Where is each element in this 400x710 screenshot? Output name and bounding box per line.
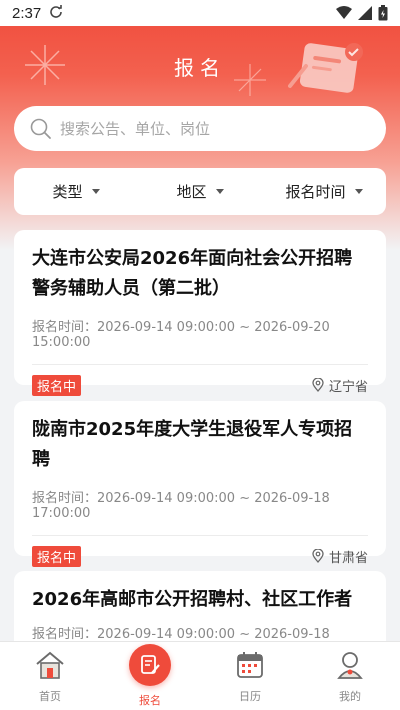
tab-calendar[interactable]: 日历 — [200, 642, 300, 710]
location-pin-icon — [312, 378, 324, 392]
tab-label: 我的 — [339, 690, 361, 703]
job-card[interactable]: 大连市公安局2026年面向社会公开招聘警务辅助人员（第二批） 报名时间：2026… — [14, 230, 386, 396]
home-icon — [33, 648, 67, 682]
page-title: 报名 — [174, 56, 226, 80]
card-signup-time: 报名时间：2026-09-14 09:00:00 ~ 2026-09-18 17… — [32, 491, 330, 521]
card-title: 2026年高邮市公开招聘村、社区工作者 — [32, 589, 353, 610]
card-title: 陇南市2025年度大学生退役军人专项招聘 — [32, 419, 353, 470]
chevron-down-icon — [354, 189, 363, 194]
signup-icon — [129, 644, 171, 686]
card-title: 大连市公安局2026年面向社会公开招聘警务辅助人员（第二批） — [32, 248, 353, 299]
location-pin-icon — [312, 549, 324, 563]
wifi-icon — [336, 6, 352, 19]
tab-label: 报名 — [139, 694, 161, 707]
chevron-down-icon — [91, 189, 100, 194]
status-badge: 报名中 — [32, 545, 82, 567]
card-location: 辽宁省 — [312, 376, 368, 395]
tab-label: 首页 — [39, 690, 61, 703]
tab-home[interactable]: 首页 — [0, 642, 100, 710]
card-signup-time: 报名时间：2026-09-14 09:00:00 ~ 2026-09-20 15… — [32, 320, 330, 350]
search-icon — [30, 118, 51, 139]
status-time: 2:37 — [12, 4, 42, 22]
location-text: 甘肃省 — [328, 550, 368, 566]
chevron-down-icon — [215, 189, 224, 194]
search-bar[interactable]: 搜索公告、单位、岗位 — [14, 106, 386, 151]
signal-icon — [358, 6, 372, 20]
job-card[interactable]: 2026年高邮市公开招聘村、社区工作者 报名时间：2026-09-14 09:0… — [14, 571, 386, 657]
bottom-tab-bar: 首页 报名 日历 我的 — [0, 641, 400, 710]
filter-label: 地区 — [176, 183, 207, 201]
calendar-icon — [233, 648, 267, 682]
battery-icon — [378, 5, 388, 21]
card-location: 甘肃省 — [312, 547, 368, 566]
profile-icon — [333, 648, 367, 682]
tab-profile[interactable]: 我的 — [300, 642, 400, 710]
status-bar: 2:37 — [0, 0, 400, 26]
location-text: 辽宁省 — [328, 379, 368, 395]
filter-label: 类型 — [52, 183, 83, 201]
search-placeholder: 搜索公告、单位、岗位 — [60, 120, 211, 138]
tab-signup[interactable]: 报名 — [100, 642, 200, 710]
filter-region[interactable]: 地区 — [138, 181, 262, 202]
filter-signup-time[interactable]: 报名时间 — [262, 181, 386, 202]
filter-label: 报名时间 — [285, 183, 346, 201]
status-badge: 报名中 — [32, 374, 82, 396]
tab-label: 日历 — [239, 690, 261, 703]
sync-icon — [49, 4, 63, 22]
filter-type[interactable]: 类型 — [14, 181, 138, 202]
job-card[interactable]: 陇南市2025年度大学生退役军人专项招聘 报名时间：2026-09-14 09:… — [14, 401, 386, 567]
filter-bar: 类型 地区 报名时间 — [14, 168, 386, 215]
